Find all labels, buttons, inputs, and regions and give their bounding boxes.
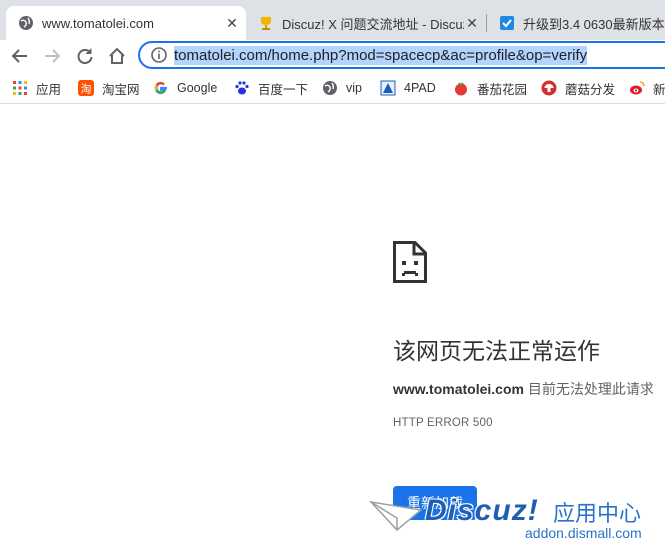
bookmark-label: 番茄花园 — [477, 82, 528, 97]
bookmark-weibo[interactable]: 新 — [629, 79, 665, 97]
bookmark-label: 百度一下 — [258, 82, 309, 97]
tab-close-icon[interactable]: ✕ — [224, 15, 240, 32]
error-host: www.tomatolei.com — [393, 381, 524, 397]
url-text[interactable]: tomatolei.com/home.php?mod=spacecp&ac=pr… — [174, 45, 588, 65]
tab-title: Discuz! X 问题交流地址 - Discuz — [282, 16, 464, 32]
tab-close-icon[interactable]: ✕ — [464, 15, 480, 32]
error-title: 该网页无法正常运作 — [393, 338, 600, 364]
bookmark-label: 淘宝网 — [102, 82, 140, 97]
bookmarks-bar: 应用 淘 淘宝网 Google 百度一下 vip 4PAD 番茄花园 蘑菇分发 … — [0, 72, 665, 104]
bookmark-google[interactable]: Google — [153, 79, 217, 97]
forward-arrow-icon[interactable] — [40, 44, 64, 68]
google-icon — [153, 80, 169, 96]
bookmark-label: 应用 — [36, 82, 62, 97]
bookmark-vip[interactable]: vip — [322, 79, 362, 97]
trophy-icon — [258, 15, 274, 31]
home-icon[interactable] — [105, 44, 129, 68]
paper-plane-icon — [369, 500, 423, 532]
tab-discuz-issues[interactable]: Discuz! X 问题交流地址 - Discuz ✕ — [246, 6, 486, 40]
sad-page-icon — [393, 241, 427, 288]
bookmark-tomato[interactable]: 番茄花园 — [453, 79, 527, 97]
mushroom-icon — [541, 80, 557, 96]
error-code: HTTP ERROR 500 — [393, 417, 493, 429]
bookmark-label: Google — [177, 81, 218, 95]
tomato-icon — [453, 80, 469, 96]
weibo-icon — [629, 80, 645, 96]
discuz-logo: Discuz! — [425, 494, 539, 527]
globe-icon — [322, 80, 338, 96]
globe-icon — [18, 15, 34, 31]
bookmark-taobao[interactable]: 淘 淘宝网 — [78, 79, 140, 97]
error-message: 目前无法处理此请求 — [527, 381, 654, 397]
bookmark-baidu[interactable]: 百度一下 — [234, 79, 308, 97]
svg-text:淘: 淘 — [81, 83, 92, 96]
4pad-icon — [380, 80, 396, 96]
tab-title: 升级到3.4 0630最新版本， — [523, 16, 665, 32]
browser-toolbar: tomatolei.com/home.php?mod=spacecp&ac=pr… — [0, 40, 665, 72]
discuz-watermark: Discuz! 应用中心 addon.dismall.com — [365, 490, 665, 559]
error-description: www.tomatolei.com 目前无法处理此请求 — [393, 379, 654, 399]
watermark-url: addon.dismall.com — [525, 525, 642, 541]
apps-grid-icon — [12, 80, 28, 96]
bookmark-label: 新 — [653, 82, 665, 97]
tab-strip: www.tomatolei.com ✕ Discuz! X 问题交流地址 - D… — [0, 0, 665, 40]
tab-tomatolei[interactable]: www.tomatolei.com ✕ — [6, 6, 246, 40]
info-icon[interactable] — [150, 46, 168, 64]
back-arrow-icon[interactable] — [8, 44, 32, 68]
blue-checkbox-icon — [499, 15, 515, 31]
bookmark-label: vip — [346, 81, 362, 95]
watermark-cn: 应用中心 — [553, 501, 642, 526]
taobao-icon: 淘 — [78, 80, 94, 96]
bookmark-apps[interactable]: 应用 — [12, 79, 61, 97]
baidu-paw-icon — [234, 80, 250, 96]
bookmark-label: 蘑菇分发 — [565, 82, 616, 97]
bookmark-mushroom[interactable]: 蘑菇分发 — [541, 79, 615, 97]
tab-title: www.tomatolei.com — [42, 15, 154, 31]
reload-icon[interactable] — [73, 44, 97, 68]
address-bar[interactable]: tomatolei.com/home.php?mod=spacecp&ac=pr… — [138, 41, 665, 69]
tab-upgrade-3-4[interactable]: 升级到3.4 0630最新版本， — [487, 6, 665, 40]
bookmark-label: 4PAD — [404, 81, 436, 95]
bookmark-4pad[interactable]: 4PAD — [380, 79, 436, 97]
